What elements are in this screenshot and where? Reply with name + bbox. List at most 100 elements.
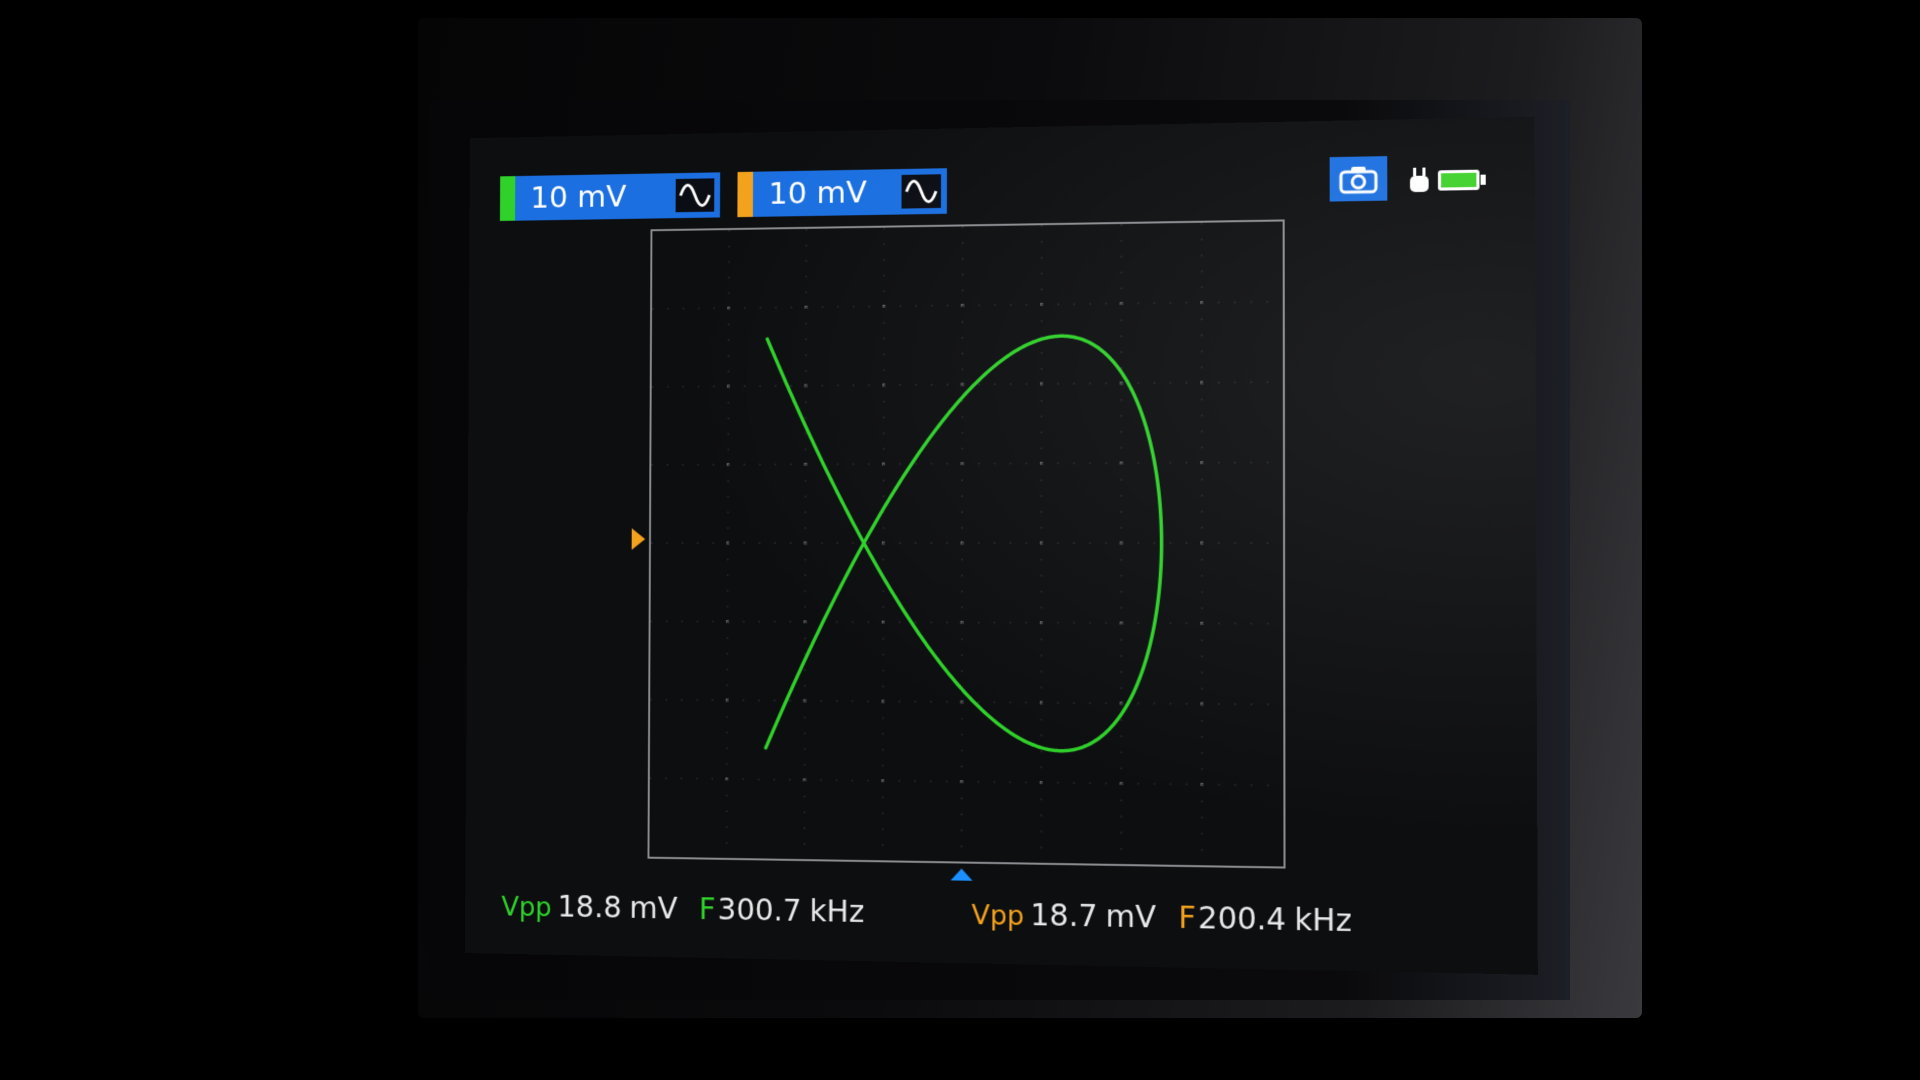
grid-subdot xyxy=(961,495,964,497)
grid-subdot xyxy=(883,322,885,324)
grid-subdot xyxy=(1121,542,1123,544)
grid-subdot xyxy=(882,637,884,640)
grid-subdot xyxy=(867,621,870,623)
grid-subdot xyxy=(1234,622,1236,625)
top-bar: 10 mV 10 mV xyxy=(499,156,1504,221)
grid-subdot xyxy=(1073,702,1075,704)
frequency-value: 200.4 xyxy=(1198,900,1287,939)
grid-subdot xyxy=(804,495,807,498)
grid-subdot xyxy=(1040,814,1042,817)
battery-icon xyxy=(1437,168,1487,191)
grid-subdot xyxy=(915,305,917,307)
grid-subdot xyxy=(961,447,964,450)
channel-1-scale-button[interactable]: 10 mV xyxy=(499,172,721,221)
grid-subdot xyxy=(1073,542,1075,544)
grid-subdot xyxy=(805,275,808,278)
grid-subdot xyxy=(898,780,901,782)
grid-subdot xyxy=(713,385,715,388)
grid-subdot xyxy=(726,778,729,780)
grid-subdot xyxy=(712,620,714,623)
grid-subdot xyxy=(1266,301,1269,303)
grid-subdot xyxy=(960,845,963,848)
grid-subdot xyxy=(1234,461,1236,464)
grid-subdot xyxy=(994,462,996,465)
grid-subdot xyxy=(1137,462,1140,464)
grid-subdot xyxy=(759,385,761,387)
channel-2-scale: 10 mV xyxy=(768,174,867,212)
grid-subdot xyxy=(726,668,729,671)
grid-subdot xyxy=(884,305,886,308)
grid-subdot xyxy=(727,339,730,341)
grid-subdot xyxy=(1120,655,1123,657)
grid-subdot xyxy=(789,620,792,623)
grid-subdot xyxy=(961,416,964,418)
grid-subdot xyxy=(803,827,806,830)
grid-subdot xyxy=(1120,735,1123,737)
grid-subdot xyxy=(1169,382,1172,384)
grid-subdot xyxy=(1040,479,1043,481)
trigger-position-marker[interactable] xyxy=(949,866,975,882)
grid-subdot xyxy=(1201,736,1203,738)
grid-subdot xyxy=(1169,622,1172,625)
grid-subdot xyxy=(1120,558,1123,561)
grid-subdot xyxy=(790,463,792,466)
grid-subdot xyxy=(1120,639,1123,641)
sine-wave-icon[interactable] xyxy=(901,174,942,209)
grid-subdot xyxy=(697,542,699,544)
grid-subdot xyxy=(1040,846,1042,849)
grid-subdot xyxy=(1040,798,1042,801)
grid-subdot xyxy=(1120,526,1123,529)
grid-subdot xyxy=(1250,381,1252,384)
grid-subdot xyxy=(743,385,746,387)
grid-subdot xyxy=(962,383,965,386)
grid-subdot xyxy=(868,384,870,386)
grid-subdot xyxy=(1185,783,1188,786)
grid-subdot xyxy=(882,558,885,561)
grid-subdot xyxy=(1121,622,1123,624)
grid-subdot xyxy=(1040,654,1043,657)
grid-subdot xyxy=(1185,622,1188,625)
grid-subdot xyxy=(680,699,683,701)
grid-subdot xyxy=(1120,671,1123,673)
grid-subdot xyxy=(1040,606,1043,609)
grid-subdot xyxy=(665,777,667,780)
grid-subdot xyxy=(1201,510,1203,513)
grid-subdot xyxy=(728,230,730,232)
channel-2-measurements: Vpp 18.7 mV F 200.4 kHz xyxy=(971,897,1374,940)
trigger-level-marker[interactable] xyxy=(630,526,647,552)
channel-2-scale-button[interactable]: 10 mV xyxy=(737,168,947,218)
grid-subdot xyxy=(726,794,728,797)
grid-subdot xyxy=(915,463,917,465)
grid-subdot xyxy=(883,353,885,356)
frequency-label: F xyxy=(698,892,716,928)
grid-subdot xyxy=(696,620,699,623)
grid-subdot xyxy=(960,733,963,736)
grid-subdot xyxy=(805,463,808,466)
grid-subdot xyxy=(994,304,996,306)
grid-subdot xyxy=(727,401,730,404)
grid-subdot xyxy=(773,778,775,781)
grid-subdot xyxy=(945,780,948,783)
grid-subdot xyxy=(1121,462,1123,464)
grid-subdot xyxy=(930,383,933,386)
grid-subdot xyxy=(742,620,745,623)
grid-subdot xyxy=(961,368,964,371)
grid-subdot xyxy=(960,717,963,720)
grid-subdot xyxy=(883,290,885,293)
frequency-value: 300.7 xyxy=(717,892,802,929)
sine-wave-icon[interactable] xyxy=(675,178,715,213)
grid-subdot xyxy=(1250,622,1253,625)
grid-subdot xyxy=(806,306,808,308)
grid-subdot xyxy=(650,620,653,623)
grid-subdot xyxy=(1185,702,1188,705)
grid-subdot xyxy=(650,698,652,701)
camera-icon[interactable] xyxy=(1329,156,1388,202)
grid-subdot xyxy=(1153,382,1156,384)
grid-subdot xyxy=(1040,399,1043,402)
grid-subdot xyxy=(805,228,808,231)
grid-subdot xyxy=(742,778,744,780)
grid-subdot xyxy=(790,306,793,309)
grid-subdot xyxy=(728,276,730,279)
grid-subdot xyxy=(867,700,869,703)
grid-subdot xyxy=(1201,446,1203,449)
